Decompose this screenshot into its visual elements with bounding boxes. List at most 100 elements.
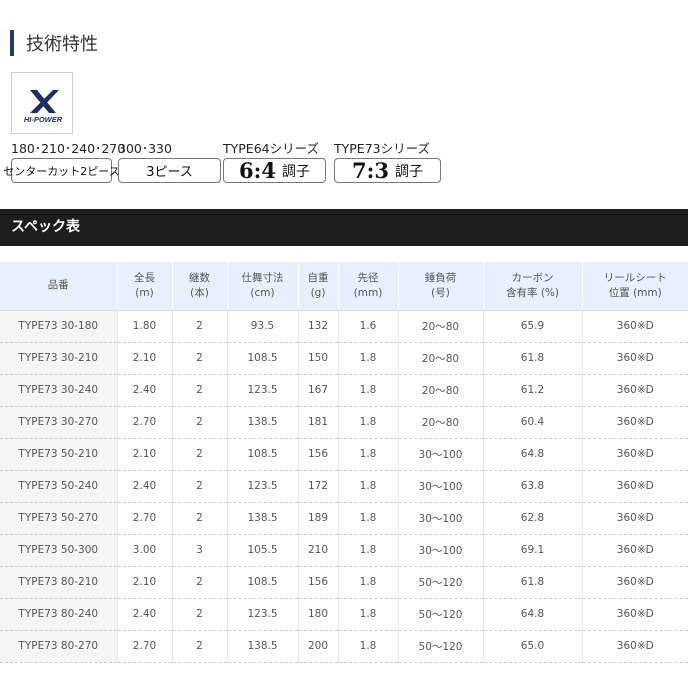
feature-type64-suffix: 調子 (281, 163, 310, 180)
table-cell: 1.8 (338, 534, 399, 567)
table-row: TYPE73 50-300 3.00 3 105.5 210 1.8 30～100 69.1 3… (0, 534, 688, 567)
table-cell: 2 (172, 406, 228, 439)
table-cell: 360※D (582, 374, 688, 407)
header-weight: 自重 (g) (298, 262, 339, 311)
table-cell: 2.40 (117, 470, 173, 503)
table-cell: 50～120 (398, 566, 484, 599)
model-cell: TYPE73 50-210 (0, 438, 118, 471)
spec-table: 品番 全長 (m) 継数 (本) 仕舞寸法 (cm) 自重 (g) 先径 (mm) 錘負荷… (0, 262, 688, 663)
table-cell: 360※D (582, 438, 688, 471)
feature-type73: TYPE73シリーズ 7:3 調子 (334, 140, 441, 183)
table-cell: 2 (172, 374, 228, 407)
model-cell: TYPE73 80-210 (0, 566, 118, 599)
table-cell: 156 (298, 438, 339, 471)
model-cell: TYPE73 30-180 (0, 310, 118, 343)
feature-type64-box: 6:4 調子 (223, 158, 326, 183)
table-row: TYPE73 50-240 2.40 2 123.5 172 1.8 30～100 63.8 3… (0, 470, 688, 503)
table-cell: 1.8 (338, 598, 399, 631)
table-cell: 172 (298, 470, 339, 503)
table-cell: 2.40 (117, 374, 173, 407)
feature-3piece-label: 3ピース (146, 165, 193, 180)
table-cell: 189 (298, 502, 339, 535)
table-cell: 2 (172, 598, 228, 631)
feature-type73-box: 7:3 調子 (334, 158, 441, 183)
table-cell: 200 (298, 630, 339, 663)
table-cell: 156 (298, 566, 339, 599)
feature-type73-suffix: 調子 (394, 163, 423, 180)
table-cell: 61.2 (483, 374, 583, 407)
feature-2piece: 180･210･240･270 センターカット2ピース (3, 140, 126, 183)
table-row: TYPE73 80-210 2.10 2 108.5 156 1.8 50～120 61.8 3… (0, 566, 688, 599)
table-cell: 20～80 (398, 406, 484, 439)
model-cell: TYPE73 80-240 (0, 598, 118, 631)
x-hipower-logo: HI-POWER (11, 72, 73, 134)
table-cell: 3.00 (117, 534, 173, 567)
table-cell: 63.8 (483, 470, 583, 503)
model-cell: TYPE73 80-270 (0, 630, 118, 663)
table-cell: 108.5 (227, 342, 299, 375)
table-cell: 2.10 (117, 438, 173, 471)
table-cell: 20～80 (398, 342, 484, 375)
table-cell: 2 (172, 502, 228, 535)
table-cell: 50～120 (398, 630, 484, 663)
table-cell: 2 (172, 470, 228, 503)
table-cell: 2.70 (117, 406, 173, 439)
table-cell: 360※D (582, 502, 688, 535)
table-cell: 30～100 (398, 470, 484, 503)
table-cell: 150 (298, 342, 339, 375)
table-cell: 2 (172, 342, 228, 375)
feature-3piece-caption: 300･330 (118, 141, 172, 156)
table-cell: 1.8 (338, 470, 399, 503)
table-row: TYPE73 80-240 2.40 2 123.5 180 1.8 50～120 64.8 3… (0, 598, 688, 631)
table-cell: 1.8 (338, 630, 399, 663)
table-cell: 360※D (582, 566, 688, 599)
table-cell: 2 (172, 310, 228, 343)
table-cell: 2.70 (117, 630, 173, 663)
model-cell: TYPE73 50-240 (0, 470, 118, 503)
table-cell: 2 (172, 438, 228, 471)
model-cell: TYPE73 30-240 (0, 374, 118, 407)
table-row: TYPE73 80-270 2.70 2 138.5 200 1.8 50～120 65.0 3… (0, 630, 688, 663)
table-cell: 132 (298, 310, 339, 343)
table-cell: 93.5 (227, 310, 299, 343)
table-row: TYPE73 30-210 2.10 2 108.5 150 1.8 20～80 61.8 36… (0, 342, 688, 375)
spec-heading-bar: スペック表 (0, 209, 688, 246)
table-row: TYPE73 50-270 2.70 2 138.5 189 1.8 30～100 62.8 3… (0, 502, 688, 535)
table-cell: 20～80 (398, 374, 484, 407)
feature-2piece-caption: 180･210･240･270 (11, 141, 126, 156)
svg-text:HI-POWER: HI-POWER (24, 115, 63, 124)
feature-3piece-box: 3ピース (118, 158, 221, 183)
spec-table-body: TYPE73 30-180 1.80 2 93.5 132 1.6 20～80 65.9 360… (0, 310, 688, 663)
model-cell: TYPE73 30-210 (0, 342, 118, 375)
table-cell: 2.70 (117, 502, 173, 535)
table-cell: 50～120 (398, 598, 484, 631)
table-cell: 181 (298, 406, 339, 439)
table-cell: 1.8 (338, 438, 399, 471)
table-cell: 1.8 (338, 342, 399, 375)
header-pieces: 継数 (本) (172, 262, 228, 311)
table-cell: 360※D (582, 630, 688, 663)
table-cell: 105.5 (227, 534, 299, 567)
table-cell: 360※D (582, 342, 688, 375)
table-cell: 61.8 (483, 566, 583, 599)
tech-heading-text: 技術特性 (26, 34, 98, 55)
model-cell: TYPE73 50-300 (0, 534, 118, 567)
table-cell: 1.8 (338, 502, 399, 535)
table-cell: 360※D (582, 470, 688, 503)
table-cell: 3 (172, 534, 228, 567)
table-cell: 108.5 (227, 566, 299, 599)
table-cell: 360※D (582, 534, 688, 567)
table-cell: 64.8 (483, 438, 583, 471)
table-cell: 138.5 (227, 502, 299, 535)
table-cell: 60.4 (483, 406, 583, 439)
table-cell: 2 (172, 630, 228, 663)
table-row: TYPE73 30-270 2.70 2 138.5 181 1.8 20～80 60.4 36… (0, 406, 688, 439)
feature-3piece: 300･330 3ピース (118, 140, 221, 183)
table-cell: 1.6 (338, 310, 399, 343)
table-cell: 123.5 (227, 470, 299, 503)
table-cell: 64.8 (483, 598, 583, 631)
header-reel-seat: リールシート 位置 (mm) (582, 262, 688, 311)
table-cell: 30～100 (398, 438, 484, 471)
table-cell: 123.5 (227, 598, 299, 631)
table-cell: 360※D (582, 310, 688, 343)
